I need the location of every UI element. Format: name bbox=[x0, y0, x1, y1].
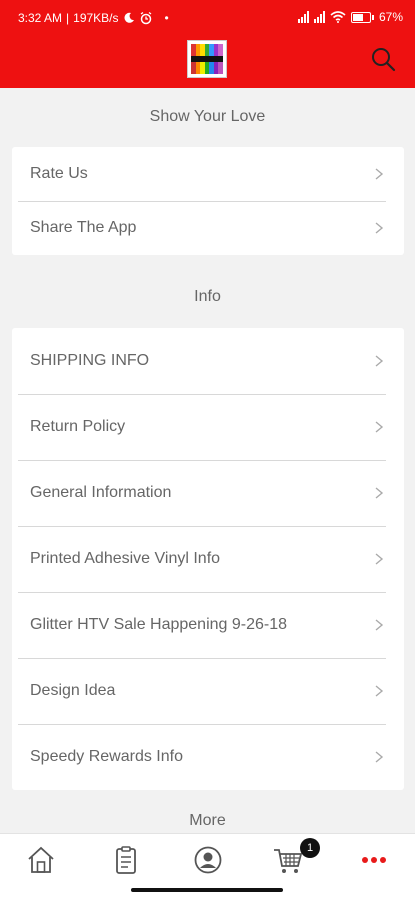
info-item-shipping[interactable]: SHIPPING INFO bbox=[12, 328, 404, 394]
status-bar: 3:32 AM | 197KB/s • 67% bbox=[0, 0, 415, 34]
app-header: 3:32 AM | 197KB/s • 67% bbox=[0, 0, 415, 88]
info-item-label: Design Idea bbox=[30, 682, 116, 699]
chevron-right-icon bbox=[375, 222, 384, 234]
info-item-glitter-htv-sale[interactable]: Glitter HTV Sale Happening 9-26-18 bbox=[12, 592, 404, 658]
info-item-design-idea[interactable]: Design Idea bbox=[12, 658, 404, 724]
chevron-right-icon bbox=[375, 421, 384, 433]
info-item-label: Return Policy bbox=[30, 418, 126, 435]
info-item-return-policy[interactable]: Return Policy bbox=[12, 394, 404, 460]
section-title-show-your-love: Show Your Love bbox=[149, 108, 266, 125]
info-item-label: Printed Adhesive Vinyl Info bbox=[30, 550, 221, 567]
more-icon[interactable] bbox=[358, 844, 390, 876]
love-card: Rate Us Share The App bbox=[12, 147, 404, 255]
alarm-icon bbox=[140, 11, 151, 25]
info-item-label: General Information bbox=[30, 484, 172, 501]
wifi-icon bbox=[330, 11, 346, 23]
chevron-right-icon bbox=[375, 619, 384, 631]
section-title-more: More bbox=[189, 812, 226, 829]
rate-us-label: Rate Us bbox=[30, 165, 88, 182]
status-time: 3:32 AM bbox=[18, 11, 63, 25]
app-logo[interactable] bbox=[187, 40, 227, 78]
share-app-item[interactable]: Share The App bbox=[12, 201, 404, 255]
home-indicator[interactable] bbox=[131, 888, 283, 892]
info-item-label: SHIPPING INFO bbox=[30, 352, 150, 369]
status-divider: | bbox=[66, 11, 70, 25]
status-right: 67% bbox=[297, 10, 403, 24]
rate-us-item[interactable]: Rate Us bbox=[12, 147, 404, 201]
moon-icon bbox=[124, 12, 134, 23]
section-title-info: Info bbox=[194, 288, 221, 305]
status-speed: 197KB/s bbox=[73, 11, 119, 25]
logo-stripes bbox=[191, 44, 224, 57]
home-icon[interactable] bbox=[25, 844, 57, 876]
status-dot: • bbox=[164, 11, 169, 25]
account-icon[interactable] bbox=[192, 844, 224, 876]
logo-stripes-bottom bbox=[191, 61, 224, 75]
info-item-general-information[interactable]: General Information bbox=[12, 460, 404, 526]
chevron-right-icon bbox=[375, 685, 384, 697]
status-left: 3:32 AM | 197KB/s • bbox=[18, 11, 169, 25]
chevron-right-icon bbox=[375, 355, 384, 367]
share-app-label: Share The App bbox=[30, 219, 137, 236]
info-card: SHIPPING INFO Return Policy General Info… bbox=[12, 328, 404, 790]
search-icon[interactable] bbox=[370, 46, 396, 72]
cart-badge: 1 bbox=[300, 838, 320, 858]
battery-percent: 67% bbox=[378, 10, 403, 24]
info-item-label: Glitter HTV Sale Happening 9-26-18 bbox=[30, 616, 288, 633]
chevron-right-icon bbox=[375, 487, 384, 499]
chevron-right-icon bbox=[375, 751, 384, 763]
info-item-label: Speedy Rewards Info bbox=[30, 748, 183, 765]
orders-icon[interactable] bbox=[110, 844, 142, 876]
chevron-right-icon bbox=[375, 168, 384, 180]
info-item-speedy-rewards[interactable]: Speedy Rewards Info bbox=[12, 724, 404, 790]
chevron-right-icon bbox=[375, 553, 384, 565]
info-item-printed-adhesive-vinyl[interactable]: Printed Adhesive Vinyl Info bbox=[12, 526, 404, 592]
signal-icon bbox=[297, 11, 309, 23]
battery-icon bbox=[350, 11, 374, 23]
signal-icon-2 bbox=[313, 11, 325, 23]
